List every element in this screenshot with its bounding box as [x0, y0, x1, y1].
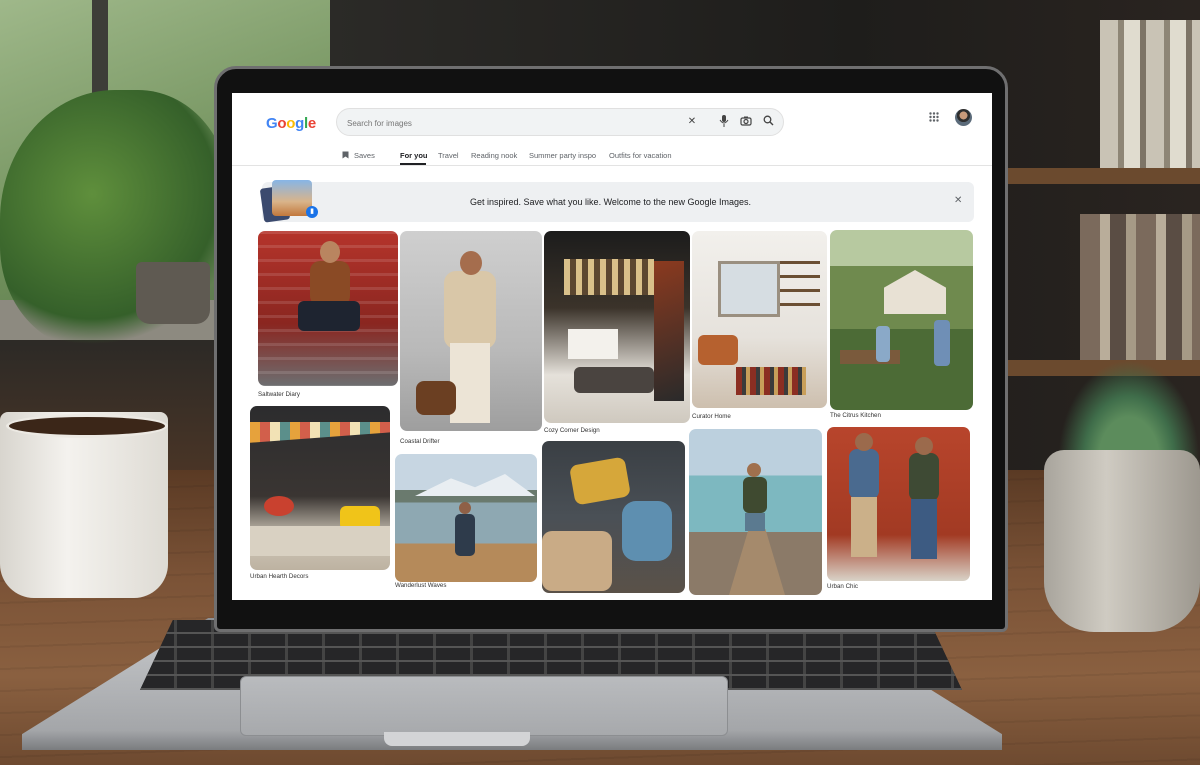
logo-letter: o — [286, 115, 296, 132]
image-tile-wanderlust-waves[interactable] — [395, 454, 537, 582]
background-pot — [136, 262, 210, 324]
bookshelf-books-bottom — [1080, 214, 1200, 360]
logo-letter: e — [307, 115, 316, 132]
tab-outfits-for-vacation[interactable]: Outfits for vacation — [609, 151, 672, 160]
bookmark-badge-icon: ▮ — [306, 206, 318, 218]
browser-screen: Google ✕ Saves For you Travel R — [232, 93, 992, 600]
bookshelf-books-top — [1100, 20, 1200, 168]
search-input[interactable] — [345, 113, 669, 133]
search-icon[interactable] — [761, 115, 775, 129]
search-bar[interactable]: ✕ — [336, 108, 784, 136]
image-tile-coastal-drifter[interactable] — [400, 231, 542, 431]
image-tile-urban-hearth-decors[interactable] — [250, 406, 390, 570]
active-tab-indicator — [400, 163, 426, 165]
image-tile-the-citrus-kitchen[interactable] — [830, 230, 973, 410]
apps-grid-icon[interactable] — [929, 112, 939, 125]
logo-letter: o — [277, 115, 287, 132]
banner-text: Get inspired. Save what you like. Welcom… — [470, 197, 751, 207]
trackpad — [240, 676, 728, 736]
page-header: Google ✕ Saves For you Travel R — [232, 93, 992, 166]
google-logo[interactable]: Google — [266, 115, 316, 132]
caption: Saltwater Diary — [258, 391, 300, 398]
tab-travel[interactable]: Travel — [438, 151, 459, 160]
image-tile-saltwater-diary[interactable] — [258, 231, 398, 386]
image-tile-dock-outfit[interactable] — [689, 429, 822, 595]
logo-letter: g — [295, 115, 304, 132]
bookmark-icon — [342, 151, 349, 161]
coffee-surface — [6, 414, 168, 438]
image-tile-curator-home[interactable] — [692, 231, 827, 408]
tab-summer-party-inspo[interactable]: Summer party inspo — [529, 151, 596, 160]
laptop-notch — [384, 732, 530, 746]
caption: Urban Hearth Decors — [250, 573, 309, 580]
camera-icon[interactable] — [739, 115, 753, 129]
caption: Wanderlust Waves — [395, 582, 447, 589]
image-tile-reading-nook[interactable] — [542, 441, 685, 593]
close-icon[interactable]: ✕ — [954, 195, 962, 206]
caption: Urban Chic — [827, 583, 858, 590]
close-icon[interactable]: ✕ — [685, 115, 699, 129]
plant-pot — [1044, 450, 1200, 632]
mic-icon[interactable] — [717, 115, 731, 129]
caption: Curator Home — [692, 413, 731, 420]
caption: Coastal Drifter — [400, 438, 440, 445]
caption: Cozy Corner Design — [544, 427, 600, 434]
image-tile-cozy-corner-design[interactable] — [544, 231, 690, 423]
bookshelf-shelf — [1008, 168, 1200, 184]
image-tile-urban-chic[interactable] — [827, 427, 970, 581]
logo-letter: G — [266, 115, 278, 132]
caption: The Citrus Kitchen — [830, 412, 881, 419]
tab-reading-nook[interactable]: Reading nook — [471, 151, 517, 160]
tab-for-you[interactable]: For you — [400, 151, 428, 160]
coffee-mug — [0, 412, 168, 598]
avatar[interactable] — [955, 109, 972, 126]
tab-saves[interactable]: Saves — [354, 151, 375, 160]
